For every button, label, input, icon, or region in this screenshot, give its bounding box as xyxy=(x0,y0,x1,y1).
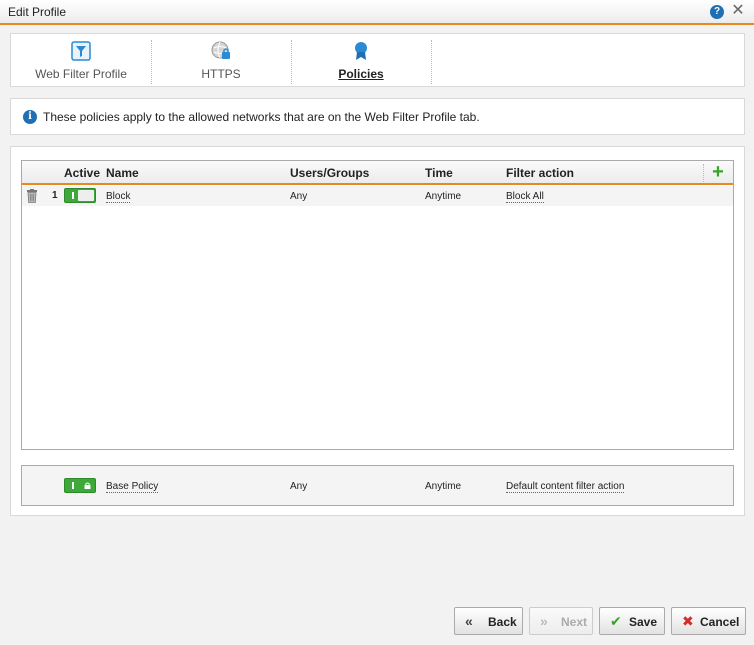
cancel-button[interactable]: ✖ Cancel xyxy=(671,607,746,635)
policy-action-link[interactable]: Block All xyxy=(506,191,544,203)
tab-web-filter-profile[interactable]: Web Filter Profile xyxy=(11,34,151,86)
tab-divider xyxy=(431,40,432,84)
close-icon[interactable]: ✕ xyxy=(730,3,746,19)
tab-label: Web Filter Profile xyxy=(35,67,127,81)
toggle-knob xyxy=(78,190,94,201)
save-label: Save xyxy=(629,615,658,629)
back-button[interactable]: « Back xyxy=(454,607,523,635)
tab-label: HTTPS xyxy=(201,67,241,81)
next-label: Next xyxy=(561,615,588,629)
column-time[interactable]: Time xyxy=(425,166,453,180)
tab-label: Policies xyxy=(338,67,384,81)
title-bar: Edit Profile ? ✕ xyxy=(0,0,754,25)
save-button[interactable]: ✔ Save xyxy=(599,607,665,635)
column-active[interactable]: Active xyxy=(64,166,100,180)
base-policy-users: Any xyxy=(290,481,308,492)
policy-users: Any xyxy=(290,191,308,202)
base-policy-name-link[interactable]: Base Policy xyxy=(106,481,159,493)
base-policy-time: Anytime xyxy=(425,481,462,492)
next-button[interactable]: » Next xyxy=(529,607,593,635)
column-users-groups[interactable]: Users/Groups xyxy=(290,166,369,180)
toggle-on-mark xyxy=(72,482,74,489)
add-policy-icon[interactable]: + xyxy=(709,162,727,182)
double-chevron-left-icon: « xyxy=(465,613,473,629)
policy-grid: Active Name Users/Groups Time Filter act… xyxy=(21,160,734,450)
info-text: These policies apply to the allowed netw… xyxy=(43,110,480,124)
base-policy-action-link[interactable]: Default content filter action xyxy=(506,481,625,493)
help-icon[interactable]: ? xyxy=(710,5,724,19)
globe-lock-icon xyxy=(211,41,230,59)
policy-name-link[interactable]: Block xyxy=(106,191,131,203)
table-row[interactable]: 1 Block Any Anytime Block All xyxy=(22,186,733,206)
trash-icon[interactable] xyxy=(26,189,38,203)
tab-strip: Web Filter Profile HTTPS Policies xyxy=(10,33,745,87)
tab-https[interactable]: HTTPS xyxy=(151,34,291,86)
x-icon: ✖ xyxy=(682,613,694,629)
double-chevron-right-icon: » xyxy=(540,613,548,629)
back-label: Back xyxy=(488,615,517,629)
filter-icon xyxy=(71,41,91,61)
lock-icon xyxy=(84,482,91,489)
row-number: 1 xyxy=(52,190,58,201)
policy-time: Anytime xyxy=(425,191,462,202)
checkmark-icon: ✔ xyxy=(610,613,622,629)
grid-header: Active Name Users/Groups Time Filter act… xyxy=(22,161,733,185)
policies-panel: Active Name Users/Groups Time Filter act… xyxy=(10,146,745,516)
info-banner: i These policies apply to the allowed ne… xyxy=(10,98,745,135)
active-toggle[interactable] xyxy=(64,188,96,203)
window-title: Edit Profile xyxy=(8,5,67,19)
header-divider xyxy=(703,164,704,182)
base-policy-toggle xyxy=(64,478,96,493)
tab-policies[interactable]: Policies xyxy=(291,34,431,86)
ribbon-icon xyxy=(355,42,367,60)
cancel-label: Cancel xyxy=(700,615,740,629)
toggle-on-mark xyxy=(72,192,74,199)
column-name[interactable]: Name xyxy=(106,166,139,180)
info-icon: i xyxy=(23,110,37,124)
base-policy-row: Base Policy Any Anytime Default content … xyxy=(21,465,734,506)
column-filter-action[interactable]: Filter action xyxy=(506,166,574,180)
